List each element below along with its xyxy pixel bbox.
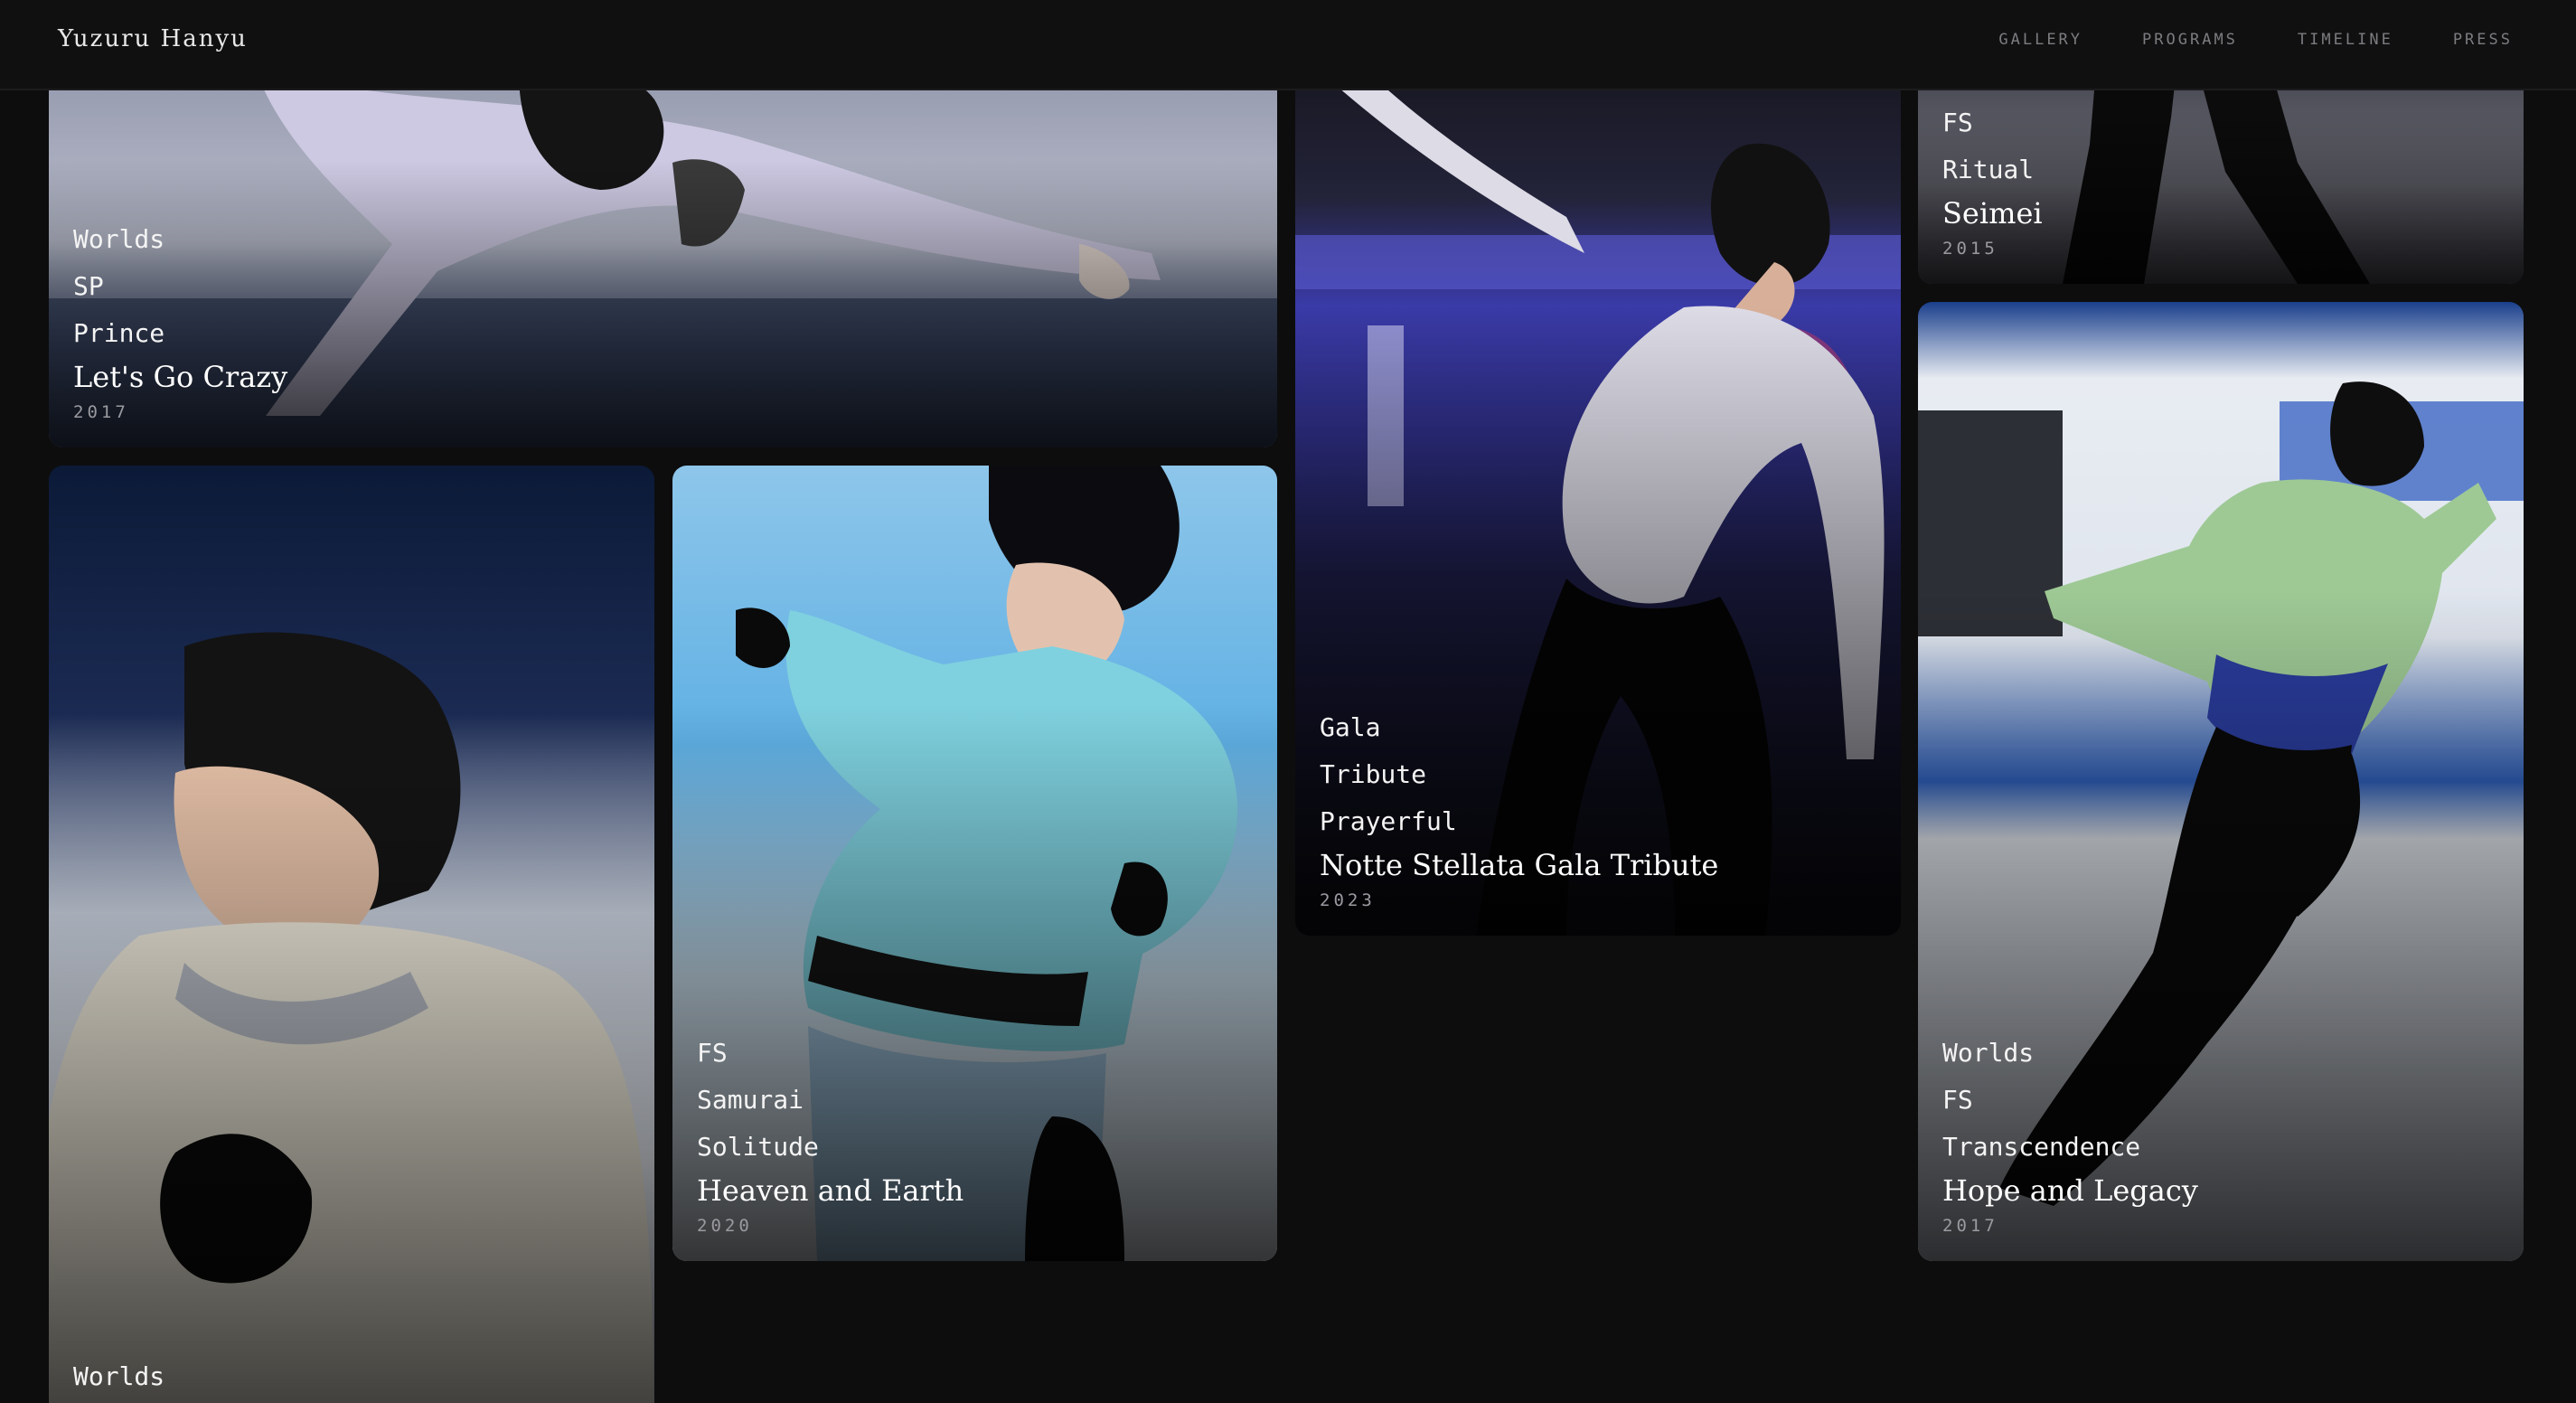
card-caption: Worlds: [73, 1353, 636, 1400]
card-caption: Gala Tribute Prayerful Notte Stellata Ga…: [1320, 704, 1883, 910]
tag-theme: Solitude: [697, 1132, 819, 1162]
gallery-card-lets-go-crazy[interactable]: Worlds SP Prince Let's Go Crazy 2017: [49, 36, 1277, 447]
tag-event: Worlds: [73, 224, 165, 254]
tag-theme: Prince: [73, 318, 165, 348]
card-title: Hope and Legacy: [1942, 1173, 2198, 1208]
tag-theme: Ritual: [1942, 155, 2035, 184]
tag-segment: FS: [697, 1038, 728, 1068]
tag-event: Worlds: [1942, 1038, 2035, 1068]
card-caption: Worlds SP Prince Let's Go Crazy 2017: [73, 216, 1259, 422]
card-caption: FS Ritual Seimei 2015: [1942, 99, 2505, 259]
card-title: Notte Stellata Gala Tribute: [1320, 848, 1719, 882]
card-year: 2020: [697, 1216, 753, 1236]
card-year: 2015: [1942, 239, 1998, 259]
site-brand[interactable]: Yuzuru Hanyu: [58, 25, 248, 52]
card-caption: Worlds FS Transcendence Hope and Legacy …: [1942, 1030, 2505, 1236]
tag-segment: FS: [1942, 108, 1973, 137]
tag-segment: Tribute: [1320, 759, 1427, 789]
nav-link-press[interactable]: PRESS: [2453, 31, 2513, 49]
gallery-card-heaven-and-earth[interactable]: FS Samurai Solitude Heaven and Earth 202…: [672, 466, 1277, 1261]
card-caption: FS Samurai Solitude Heaven and Earth 202…: [697, 1030, 1259, 1236]
nav-link-timeline[interactable]: TIMELINE: [2298, 31, 2393, 49]
nav-link-programs[interactable]: PROGRAMS: [2142, 31, 2238, 49]
card-year: 2017: [73, 402, 129, 422]
gallery-card-notte-stellata[interactable]: Gala Tribute Prayerful Notte Stellata Ga…: [1295, 36, 1901, 936]
tag-segment: SP: [73, 271, 104, 301]
card-year: 2023: [1320, 890, 1376, 910]
card-year: 2017: [1942, 1216, 1998, 1236]
gallery-card-worlds-portrait[interactable]: Worlds: [49, 466, 654, 1403]
tag-program: Samurai: [697, 1085, 804, 1115]
tag-theme: Prayerful: [1320, 806, 1457, 836]
nav-links: GALLERY PROGRAMS TIMELINE PRESS: [1998, 31, 2513, 49]
caption-gradient: [49, 764, 654, 1403]
nav-link-gallery[interactable]: GALLERY: [1998, 31, 2082, 49]
gallery-grid: Worlds SP Prince Let's Go Crazy 2017 FS …: [0, 0, 2576, 1403]
gallery-card-hope-and-legacy[interactable]: Worlds FS Transcendence Hope and Legacy …: [1918, 302, 2524, 1261]
tag-segment: FS: [1942, 1085, 1973, 1115]
card-title: Let's Go Crazy: [73, 360, 288, 394]
tag-event: Gala: [1320, 712, 1381, 742]
tag-event: Worlds: [73, 1361, 165, 1391]
card-title: Seimei: [1942, 196, 2043, 231]
tag-theme: Transcendence: [1942, 1132, 2141, 1162]
card-title: Heaven and Earth: [697, 1173, 964, 1208]
top-navbar: Yuzuru Hanyu GALLERY PROGRAMS TIMELINE P…: [0, 0, 2576, 90]
